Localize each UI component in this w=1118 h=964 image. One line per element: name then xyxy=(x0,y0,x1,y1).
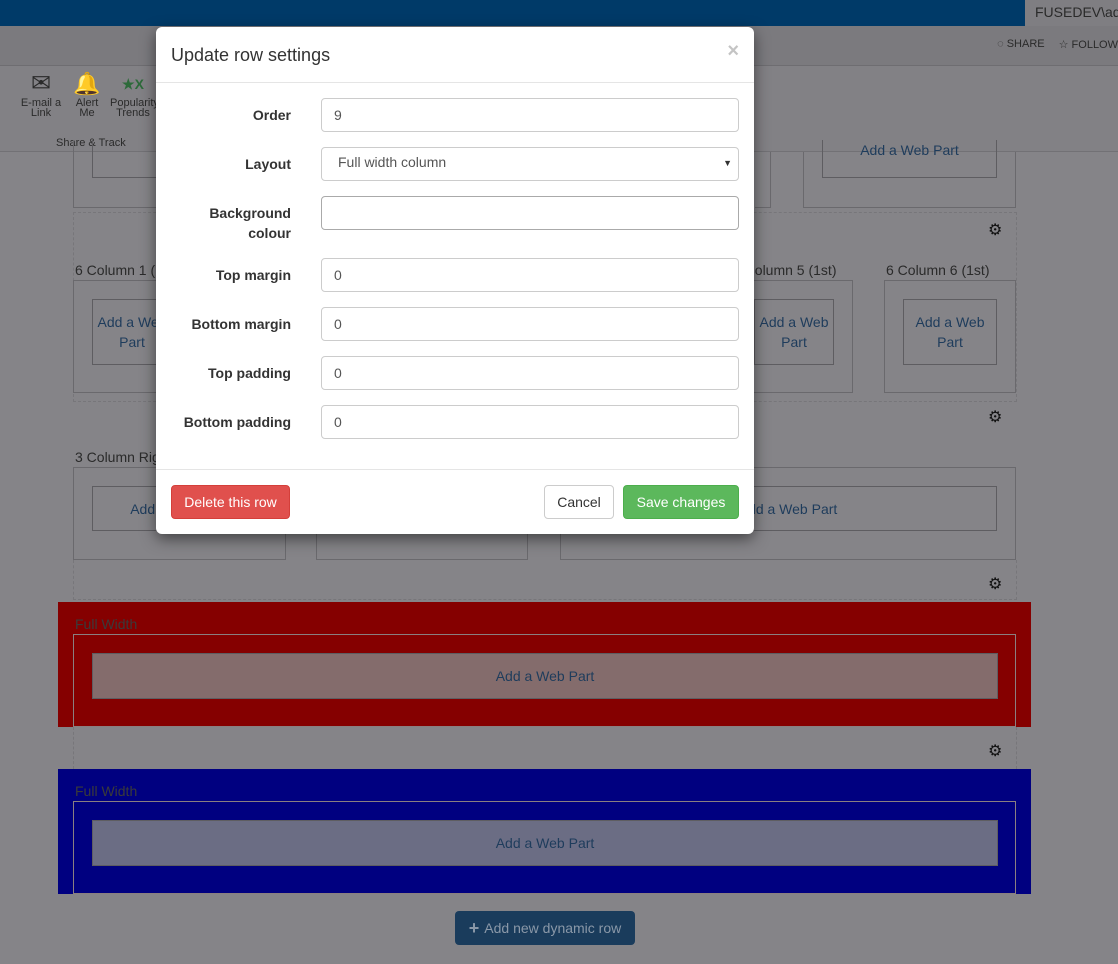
suite-bar xyxy=(0,0,1025,26)
cancel-button[interactable]: Cancel xyxy=(544,485,614,519)
top-padding-input[interactable] xyxy=(321,356,739,390)
delete-row-button[interactable]: Delete this row xyxy=(171,485,290,519)
gear-icon[interactable]: ⚙ xyxy=(988,407,1002,427)
column xyxy=(755,152,771,208)
update-row-settings-modal: Update row settings × Order Layout Full … xyxy=(156,27,754,534)
add-web-part[interactable]: Add a Web Part xyxy=(903,299,997,365)
plus-icon: + xyxy=(468,917,480,938)
modal-title: Update row settings xyxy=(171,45,331,65)
modal-footer: Delete this row Cancel Save changes xyxy=(156,469,754,534)
user-menu[interactable]: FUSEDEV\ad xyxy=(1025,0,1118,26)
bell-icon: 🔔 xyxy=(73,71,101,96)
order-label: Order xyxy=(252,107,291,123)
gear-icon[interactable]: ⚙ xyxy=(988,220,1002,240)
gear-icon[interactable]: ⚙ xyxy=(988,741,1002,761)
dynamic-row xyxy=(73,560,1017,600)
close-icon[interactable]: × xyxy=(727,40,739,63)
gear-icon[interactable]: ⚙ xyxy=(988,574,1002,594)
email-link-button[interactable]: ✉ E-mail a Link xyxy=(18,70,64,119)
share-icon: ◌ xyxy=(997,38,1007,50)
star-icon: ☆ xyxy=(1058,39,1072,51)
bottom-margin-label: Bottom margin xyxy=(191,316,291,332)
top-margin-label: Top margin xyxy=(215,267,291,283)
excel-icon: ★X xyxy=(122,76,144,92)
background-colour-label: Background colour xyxy=(209,205,291,241)
full-width-row-blue: Full Width Add a Web Part xyxy=(58,769,1031,894)
add-web-part[interactable]: Add a Web Part xyxy=(92,820,998,866)
column: Add a Web Part xyxy=(73,801,1016,894)
row-label: Full Width xyxy=(75,616,138,632)
top-margin-input[interactable] xyxy=(321,258,739,292)
bottom-margin-input[interactable] xyxy=(321,307,739,341)
add-dynamic-row-button[interactable]: + Add new dynamic row xyxy=(455,911,635,945)
modal-header: Update row settings × xyxy=(156,27,754,83)
column: Add a Web Part xyxy=(73,634,1016,727)
full-width-row-red: Full Width Add a Web Part xyxy=(58,602,1031,727)
dynamic-row xyxy=(73,727,1017,769)
row-label: Full Width xyxy=(75,783,138,799)
share-follow-bar: ◌ SHARE ☆ FOLLOW xyxy=(997,38,1118,51)
layout-select[interactable]: Full width column ▼ xyxy=(321,147,739,181)
column-label: 6 Column 6 (1st) xyxy=(886,262,990,278)
caret-down-icon: ▼ xyxy=(723,158,732,168)
background-colour-input[interactable] xyxy=(321,196,739,230)
envelope-icon: ✉ xyxy=(30,70,52,97)
share-button[interactable]: ◌ SHARE xyxy=(997,38,1045,51)
order-input[interactable] xyxy=(321,98,739,132)
alert-me-button[interactable]: 🔔 Alert Me xyxy=(70,70,104,119)
popularity-trends-button[interactable]: ★X Popularity Trends xyxy=(110,70,156,118)
save-changes-button[interactable]: Save changes xyxy=(623,485,739,519)
add-web-part[interactable]: Add a Web Part xyxy=(754,299,834,365)
follow-button[interactable]: ☆ FOLLOW xyxy=(1059,38,1118,51)
add-web-part[interactable]: Add a Web Part xyxy=(92,653,998,699)
layout-label: Layout xyxy=(245,156,291,172)
add-web-part[interactable]: Add a Web Part xyxy=(822,140,997,178)
bottom-padding-label: Bottom padding xyxy=(183,414,291,430)
top-padding-label: Top padding xyxy=(208,365,291,381)
bottom-padding-input[interactable] xyxy=(321,405,739,439)
